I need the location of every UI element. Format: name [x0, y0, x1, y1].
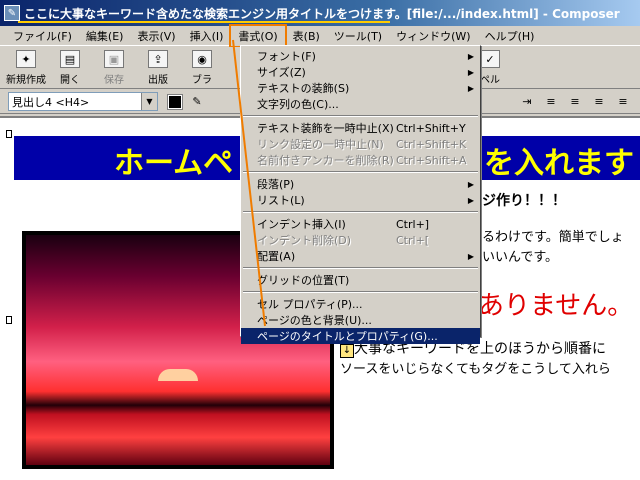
arrow-down-icon: ↓ — [340, 344, 354, 358]
format-menu-item[interactable]: 名前付きアンカーを削除(R) Ctrl+Shift+A — [241, 152, 480, 168]
menu-help[interactable]: ヘルプ(H) — [478, 26, 542, 46]
submenu-arrow-icon: ▶ — [467, 67, 474, 77]
menu-format[interactable]: 書式(O) — [229, 23, 287, 48]
format-menu-item[interactable]: グリッドの位置(T) — [241, 272, 480, 288]
submenu-arrow-icon: ▶ — [467, 251, 474, 261]
menu-item-label: 配置(A) — [257, 250, 296, 263]
align-left-icon[interactable]: ≡ — [542, 93, 560, 111]
menu-item-shortcut: Ctrl+Shift+Y — [396, 121, 466, 135]
menu-item-shortcut: Ctrl+] — [396, 217, 430, 231]
menu-bar: ファイル(F) 編集(E) 表示(V) 挿入(I) 書式(O) 表(B) ツール… — [0, 23, 640, 48]
save-disk-icon: ▣ — [104, 50, 124, 68]
menu-item-label: サイズ(Z) — [257, 66, 306, 79]
spell-check-icon: ✓ — [480, 50, 500, 68]
menu-item-label: セル プロパティ(P)... — [257, 298, 363, 311]
menu-item-label: ページの色と背景(U)... — [257, 314, 372, 327]
chevron-down-icon[interactable]: ▼ — [141, 93, 157, 110]
format-menu-item[interactable]: フォント(F) ▶ — [241, 48, 480, 64]
menu-tools[interactable]: ツール(T) — [327, 26, 389, 46]
menu-item-label: グリッドの位置(T) — [257, 274, 350, 287]
body-line-1: ジ作り！！！ — [482, 193, 566, 209]
sun-shape — [158, 369, 198, 381]
body-line-3: いいんです。 — [482, 250, 559, 265]
body-line-5: ソースをいじらなくてもタグをこうして入れら — [340, 362, 611, 377]
menu-separator — [241, 288, 480, 296]
menu-separator — [241, 264, 480, 272]
menu-separator — [241, 208, 480, 216]
menu-separator — [241, 168, 480, 176]
menu-item-label: インデント挿入(I) — [257, 218, 346, 231]
justify-icon[interactable]: ≡ — [614, 93, 632, 111]
publish-button[interactable]: ⇪ 出版 — [136, 47, 180, 87]
publish-icon: ⇪ — [148, 50, 168, 68]
block-marker-icon — [6, 316, 12, 324]
text-color-swatch[interactable] — [167, 93, 183, 110]
menu-item-shortcut: Ctrl+Shift+A — [396, 153, 467, 167]
menu-item-label: 名前付きアンカーを削除(R) — [257, 154, 394, 167]
open-folder-icon: ▤ — [60, 50, 80, 68]
menu-item-shortcut: Ctrl+[ — [396, 233, 430, 247]
menu-window[interactable]: ウィンドウ(W) — [389, 26, 477, 46]
format-menu-item[interactable]: 文字列の色(C)... — [241, 96, 480, 112]
menu-item-label: 段落(P) — [257, 178, 295, 191]
format-menu-item[interactable]: テキストの装飾(S) ▶ — [241, 80, 480, 96]
align-right-icon[interactable]: ≡ — [590, 93, 608, 111]
new-button[interactable]: ✦ 新規作成 — [4, 47, 48, 87]
browse-button[interactable]: ◉ ブラ — [180, 47, 224, 87]
paragraph-style-select[interactable]: 見出し4 <H4> ▼ — [8, 92, 158, 111]
indent-icon[interactable]: ⇥ — [518, 93, 536, 111]
submenu-arrow-icon: ▶ — [467, 83, 474, 93]
format-menu-item[interactable]: 段落(P) ▶ — [241, 176, 480, 192]
menu-item-label: 文字列の色(C)... — [257, 98, 339, 111]
save-button[interactable]: ▣ 保存 — [92, 47, 136, 87]
open-button[interactable]: ▤ 開く — [48, 47, 92, 87]
menu-table[interactable]: 表(B) — [286, 26, 327, 46]
format-menu-item[interactable]: インデント削除(D) Ctrl+[ — [241, 232, 480, 248]
format-menu-item[interactable]: テキスト装飾を一時中止(X) Ctrl+Shift+Y — [241, 120, 480, 136]
submenu-arrow-icon: ▶ — [467, 195, 474, 205]
format-menu-item[interactable]: インデント挿入(I) Ctrl+] — [241, 216, 480, 232]
block-marker-icon — [6, 130, 12, 138]
menu-item-label: テキストの装飾(S) — [257, 82, 350, 95]
menu-item-label: フォント(F) — [257, 50, 316, 63]
browse-globe-icon: ◉ — [192, 50, 212, 68]
format-menu-item[interactable]: ページの色と背景(U)... — [241, 312, 480, 328]
format-menu-item[interactable]: サイズ(Z) ▶ — [241, 64, 480, 80]
format-menu-item[interactable]: ページのタイトルとプロパティ(G)... — [241, 328, 480, 344]
window-title: ここに大事なキーワード含めたな検索エンジン用タイトルをつけます。[file:/.… — [24, 6, 620, 21]
menu-view[interactable]: 表示(V) — [130, 26, 182, 46]
format-menu-item[interactable]: リンク設定の一時中止(N) Ctrl+Shift+K — [241, 136, 480, 152]
menu-edit[interactable]: 編集(E) — [79, 26, 131, 46]
menu-item-shortcut: Ctrl+Shift+K — [396, 137, 467, 151]
submenu-arrow-icon: ▶ — [467, 179, 474, 189]
menu-item-label: インデント削除(D) — [257, 234, 352, 247]
format-menu-item[interactable]: リスト(L) ▶ — [241, 192, 480, 208]
menu-separator — [241, 112, 480, 120]
menu-file[interactable]: ファイル(F) — [6, 26, 79, 46]
menu-item-label: リンク設定の一時中止(N) — [257, 138, 384, 151]
menu-item-label: ページのタイトルとプロパティ(G)... — [257, 330, 438, 343]
menu-insert[interactable]: 挿入(I) — [183, 26, 231, 46]
body-line-2: るわけです。簡単でしょ — [482, 230, 624, 245]
highlight-pen-icon[interactable]: ✎ — [188, 93, 206, 111]
red-emphasis-text: ありません。 — [478, 291, 634, 321]
align-center-icon[interactable]: ≡ — [566, 93, 584, 111]
title-annotation-underline — [18, 21, 390, 23]
composer-app-icon[interactable]: ✎ — [4, 5, 20, 21]
menu-item-label: テキスト装飾を一時中止(X) — [257, 122, 394, 135]
format-menu-dropdown: フォント(F) ▶ サイズ(Z) ▶ テキストの装飾(S) ▶ 文字列の色(C)... テキス… — [240, 45, 481, 344]
format-menu-item[interactable]: 配置(A) ▶ — [241, 248, 480, 264]
submenu-arrow-icon: ▶ — [467, 51, 474, 61]
format-menu-item[interactable]: セル プロパティ(P)... — [241, 296, 480, 312]
menu-item-label: リスト(L) — [257, 194, 305, 207]
new-document-icon: ✦ — [16, 50, 36, 68]
